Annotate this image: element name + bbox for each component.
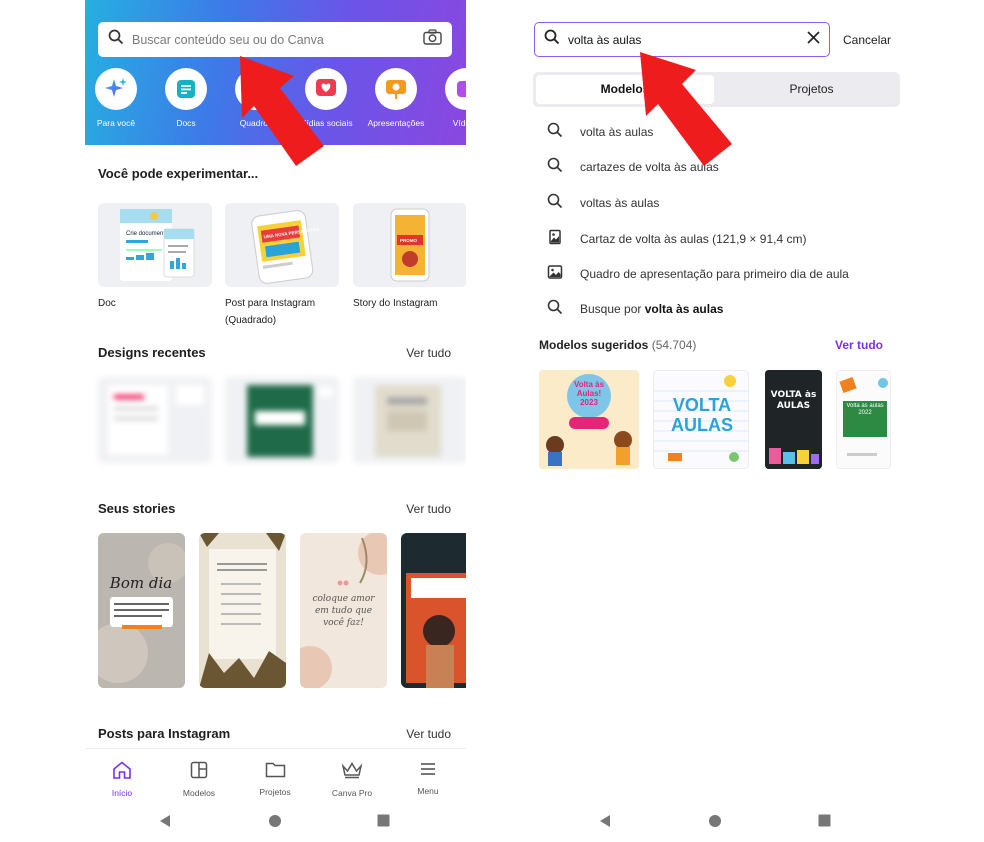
- stories-see-all-link[interactable]: Ver tudo: [406, 502, 451, 516]
- menu-icon: [419, 763, 437, 781]
- suggestion-text: Cartaz de volta às aulas (121,9 × 91,4 c…: [580, 232, 807, 246]
- nav-label: Canva Pro: [331, 788, 373, 798]
- suggested-models-count: (54.704): [651, 338, 697, 352]
- home-circle-icon[interactable]: [708, 814, 722, 833]
- recent-design-3[interactable]: [353, 377, 466, 463]
- folder-icon: [265, 762, 286, 782]
- doc-icon: [165, 68, 207, 110]
- section-title-recent: Designs recentes: [98, 345, 206, 360]
- story-3[interactable]: coloque amor em tudo que você faz!: [300, 533, 387, 688]
- nav-inicio[interactable]: Início: [87, 761, 157, 798]
- try-tile-label: Story do Instagram: [353, 298, 438, 309]
- try-tile-label: Doc: [98, 298, 116, 309]
- category-docs[interactable]: Docs: [151, 68, 221, 128]
- crown-icon: [341, 762, 363, 783]
- nav-modelos[interactable]: Modelos: [164, 761, 234, 798]
- search-for-query: volta às aulas: [644, 302, 724, 316]
- poster-icon: [547, 229, 563, 250]
- search-icon: [547, 193, 563, 214]
- story-1-text: Bom dia: [109, 574, 172, 592]
- search-placeholder: Buscar conteúdo seu ou do Canva: [132, 32, 324, 47]
- screenshot: Buscar conteúdo seu ou do Canva Para voc…: [0, 0, 984, 842]
- nav-canva-pro[interactable]: Canva Pro: [317, 761, 387, 798]
- suggestion-item[interactable]: Cartaz de volta às aulas (121,9 × 91,4 c…: [547, 228, 887, 250]
- nav-label: Menu: [417, 786, 439, 796]
- section-title-posts: Posts para Instagram: [98, 726, 231, 741]
- story-1[interactable]: Bom dia: [98, 533, 185, 688]
- search-for-prefix: Busque por: [580, 302, 645, 316]
- category-apresentacoes[interactable]: Apresentações: [361, 68, 431, 128]
- templates-icon: [190, 761, 208, 783]
- home-circle-icon[interactable]: [268, 814, 282, 833]
- suggestion-text: Busque por volta às aulas: [580, 302, 723, 316]
- suggestion-text: voltas às aulas: [580, 196, 660, 210]
- posts-see-all-link[interactable]: Ver tudo: [406, 727, 451, 741]
- image-icon: [547, 264, 563, 285]
- nav-projetos[interactable]: Projetos: [240, 761, 310, 797]
- red-arrow-pointer-right: [640, 52, 732, 166]
- camera-icon[interactable]: [423, 29, 442, 50]
- try-tile-instagram-post[interactable]: UMA NOVA PERSPECTIVA: [225, 203, 339, 287]
- bottom-navigation: Início Modelos Projetos Canva Pro Menu: [85, 748, 466, 800]
- section-title-stories: Seus stories: [98, 501, 176, 516]
- cancel-button[interactable]: Cancelar: [843, 33, 891, 47]
- nav-label: Projetos: [259, 787, 291, 797]
- suggestion-text: Quadro de apresentação para primeiro dia…: [580, 267, 849, 281]
- search-icon: [544, 29, 560, 50]
- search-icon: [108, 29, 124, 50]
- suggested-models-title: Modelos sugeridos (54.704): [539, 338, 696, 352]
- category-label: Para você: [96, 118, 136, 128]
- nav-label: Modelos: [182, 788, 216, 798]
- recents-square-icon[interactable]: [818, 814, 831, 832]
- model-thumb-2-text: VOLTA AULAS: [671, 395, 733, 435]
- system-navigation-bar: [85, 800, 466, 842]
- models-see-all-link[interactable]: Ver tudo: [835, 338, 883, 352]
- section-title-try: Você pode experimentar...: [98, 166, 259, 181]
- category-label: Docs: [176, 118, 196, 128]
- recent-design-1[interactable]: [98, 377, 212, 463]
- suggestion-item[interactable]: Quadro de apresentação para primeiro dia…: [547, 263, 887, 285]
- recent-see-all-link[interactable]: Ver tudo: [406, 346, 451, 360]
- category-videos[interactable]: Vídeos: [431, 68, 466, 128]
- close-icon[interactable]: [807, 30, 820, 49]
- model-thumb-3[interactable]: VOLTA às AULAS: [765, 370, 822, 469]
- model-thumb-2[interactable]: VOLTA AULAS: [653, 370, 749, 469]
- search-icon: [547, 157, 563, 178]
- recents-square-icon[interactable]: [377, 814, 390, 832]
- back-icon[interactable]: [598, 814, 612, 833]
- model-thumb-3-text: VOLTA às AULAS: [770, 390, 817, 411]
- search-icon: [547, 122, 563, 143]
- sparkles-icon: [95, 68, 137, 110]
- category-label: Vídeos: [452, 118, 466, 128]
- nav-label: Início: [111, 788, 133, 798]
- tab-projetos[interactable]: Projetos: [723, 75, 900, 104]
- model-thumb-1[interactable]: Volta às Aulas! 2023: [539, 370, 639, 469]
- story-4[interactable]: [401, 533, 466, 688]
- system-navigation-bar: [525, 800, 908, 842]
- model-thumb-1-text: Volta às Aulas! 2023: [573, 380, 605, 407]
- category-label: Apresentações: [367, 118, 425, 128]
- try-tile-instagram-story[interactable]: PROMO: [353, 203, 466, 287]
- suggested-models-label: Modelos sugeridos: [539, 338, 649, 352]
- search-icon: [547, 299, 563, 320]
- category-para-voce[interactable]: Para você: [85, 68, 151, 128]
- nav-menu[interactable]: Menu: [393, 761, 463, 796]
- model-thumb-4[interactable]: Volta às aulas 2022: [836, 370, 891, 469]
- story-3-text: coloque amor em tudo que você faz!: [312, 594, 375, 628]
- home-icon: [112, 761, 132, 783]
- try-story-thumb-text: PROMO: [400, 238, 418, 243]
- back-icon[interactable]: [158, 814, 172, 833]
- recent-design-2[interactable]: [225, 377, 339, 463]
- video-icon: [445, 68, 466, 110]
- red-arrow-pointer-left: [240, 56, 324, 166]
- model-thumb-4-text: Volta às aulas 2022: [846, 403, 884, 416]
- try-tile-label: Post para Instagram (Quadrado): [225, 298, 316, 326]
- suggestion-item-search-for[interactable]: Busque por volta às aulas: [547, 298, 887, 320]
- story-2[interactable]: [199, 533, 286, 688]
- presentation-icon: [375, 68, 417, 110]
- try-tile-doc[interactable]: Crie documentos: [98, 203, 212, 287]
- suggestion-item[interactable]: voltas às aulas: [547, 192, 887, 214]
